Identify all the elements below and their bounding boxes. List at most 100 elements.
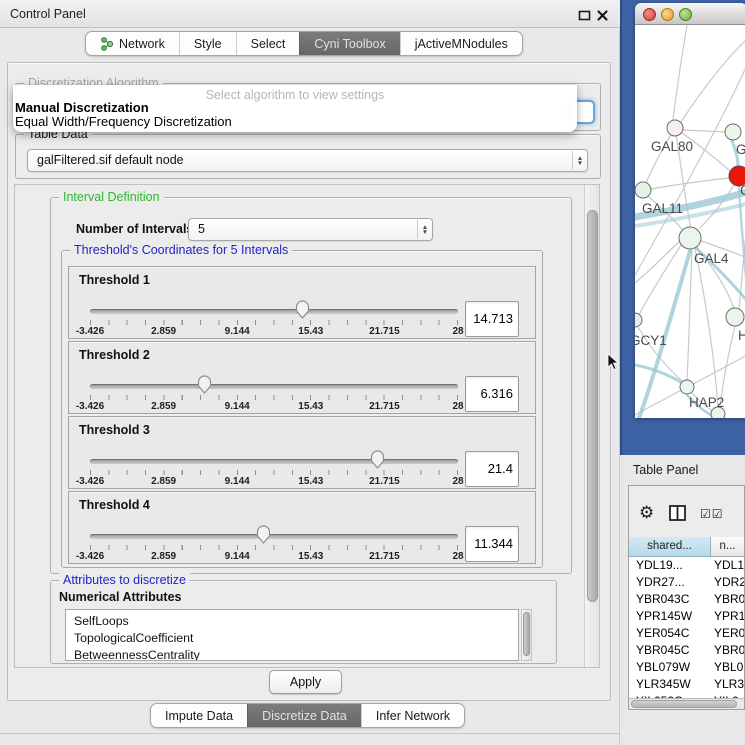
table-row[interactable]: YBL079WYBL0 bbox=[629, 659, 744, 676]
label-partial-top: G bbox=[736, 142, 745, 157]
slider-ticks bbox=[90, 545, 459, 550]
panel-title: Control Panel bbox=[10, 7, 86, 21]
list-item[interactable]: SelfLoops bbox=[66, 613, 518, 630]
tab-cyni-toolbox[interactable]: Cyni Toolbox bbox=[299, 32, 399, 55]
label-hap2: HAP2 bbox=[689, 395, 724, 410]
minimize-traffic-light-icon[interactable] bbox=[661, 8, 674, 21]
attributes-group: Attributes to discretize Numerical Attri… bbox=[50, 580, 557, 664]
slider-ticks bbox=[90, 470, 459, 475]
threshold-2-value-field[interactable]: 6.316 bbox=[465, 376, 519, 412]
table-header-row: shared... n... bbox=[629, 537, 744, 557]
num-intervals-combobox[interactable]: 5 ▲▼ bbox=[188, 218, 433, 241]
table-horizontal-scrollbar[interactable] bbox=[629, 698, 744, 709]
tab-impute-data[interactable]: Impute Data bbox=[151, 704, 247, 727]
tab-discretize-data[interactable]: Discretize Data bbox=[247, 704, 361, 727]
node-partial-right[interactable] bbox=[726, 308, 744, 326]
threshold-4-slider-handle[interactable] bbox=[255, 523, 272, 544]
scrollbar-thumb[interactable] bbox=[587, 210, 598, 602]
apply-button[interactable]: Apply bbox=[269, 670, 342, 694]
threshold-2-slider-handle[interactable] bbox=[196, 373, 213, 394]
threshold-4-panel: Threshold 4 -3.426 2.859 9.144 15.43 21.… bbox=[68, 491, 536, 564]
label-gal11: GAL11 bbox=[642, 201, 683, 216]
table-row[interactable]: YPR145WYPR1 bbox=[629, 608, 744, 625]
list-item[interactable]: TopologicalCoefficient bbox=[66, 630, 518, 647]
select-columns-icon[interactable]: ☑☑ bbox=[700, 507, 724, 521]
slider-scale: -3.426 2.859 9.144 15.43 21.715 28 bbox=[90, 476, 458, 488]
gear-icon[interactable]: ⚙ bbox=[639, 504, 654, 521]
network-window-titlebar[interactable] bbox=[635, 3, 745, 25]
network-view-frame: GAL80 G C GAL11 GAL4 GCY1 H HAP2 bbox=[620, 0, 745, 455]
column-header-name[interactable]: n... bbox=[711, 537, 744, 557]
column-header-shared-name[interactable]: shared... bbox=[629, 537, 711, 557]
threshold-3-slider-track[interactable] bbox=[90, 459, 458, 464]
threshold-3-value-field[interactable]: 21.4 bbox=[465, 451, 519, 487]
threshold-2-panel: Threshold 2 -3.426 2.859 9.144 15.43 21.… bbox=[68, 341, 536, 414]
table-data-combobox[interactable]: galFiltered.sif default node ▲▼ bbox=[27, 149, 588, 172]
network-window: GAL80 G C GAL11 GAL4 GCY1 H HAP2 bbox=[635, 3, 745, 418]
attributes-listbox[interactable]: SelfLoops TopologicalCoefficient Between… bbox=[65, 609, 519, 661]
tab-style[interactable]: Style bbox=[179, 32, 236, 55]
cyni-mode-tabs: Impute Data Discretize Data Infer Networ… bbox=[150, 703, 465, 728]
slider-scale: -3.426 2.859 9.144 15.43 21.715 28 bbox=[90, 326, 458, 338]
settings-scrollpane: Interval Definition Number of Intervals … bbox=[14, 184, 600, 668]
network-icon bbox=[100, 37, 114, 51]
numerical-attributes-label: Numerical Attributes bbox=[59, 590, 181, 604]
interval-definition-group-title: Interval Definition bbox=[59, 190, 164, 204]
table-row[interactable]: YBR043CYBR0 bbox=[629, 591, 744, 608]
threshold-1-panel: Threshold 1 -3.426 2.859 9.144 15.43 21.… bbox=[68, 266, 536, 339]
control-panel-titlebar: Control Panel bbox=[0, 0, 620, 28]
threshold-4-slider-track[interactable] bbox=[90, 534, 458, 539]
table-row[interactable]: YLR345WYLR3 bbox=[629, 676, 744, 693]
tab-select[interactable]: Select bbox=[236, 32, 300, 55]
panel-bottom-edge bbox=[0, 733, 620, 734]
table-row[interactable]: YER054CYER0 bbox=[629, 625, 744, 642]
combo-spinner-icon: ▲▼ bbox=[572, 151, 587, 170]
node-hap2[interactable] bbox=[680, 380, 694, 394]
list-item[interactable]: BetweennessCentrality bbox=[66, 647, 518, 661]
threshold-1-value-field[interactable]: 14.713 bbox=[465, 301, 519, 337]
popup-option-manual-discretization[interactable]: Manual Discretization bbox=[15, 101, 575, 115]
algorithm-dropdown-popup: Select algorithm to view settings Manual… bbox=[13, 85, 577, 132]
control-panel-tabs: Network Style Select Cyni Toolbox jActiv… bbox=[85, 31, 523, 56]
label-gal80: GAL80 bbox=[651, 139, 693, 154]
network-nodes[interactable] bbox=[635, 120, 745, 418]
node-gal4[interactable] bbox=[679, 227, 701, 249]
scrollbar-thumb[interactable] bbox=[631, 700, 737, 708]
threshold-1-slider-handle[interactable] bbox=[294, 298, 311, 319]
node-gcy1[interactable] bbox=[635, 313, 642, 327]
cyni-tab-content: Discretization Algorithm Table Data galF… bbox=[7, 62, 611, 701]
settings-scrollbar[interactable] bbox=[584, 185, 600, 667]
threshold-1-slider-track[interactable] bbox=[90, 309, 458, 314]
table-row[interactable]: YDL19...YDL1 bbox=[629, 557, 744, 574]
close-traffic-light-icon[interactable] bbox=[643, 8, 656, 21]
attributes-list-scrollbar[interactable] bbox=[521, 609, 532, 661]
node-gal11[interactable] bbox=[635, 182, 651, 198]
tab-network[interactable]: Network bbox=[86, 32, 179, 55]
float-window-icon[interactable] bbox=[578, 9, 591, 22]
slider-scale: -3.426 2.859 9.144 15.43 21.715 28 bbox=[90, 551, 458, 563]
close-icon[interactable] bbox=[596, 9, 609, 22]
threshold-3-slider-handle[interactable] bbox=[369, 448, 386, 469]
table-panel-title: Table Panel bbox=[633, 463, 698, 477]
threshold-3-panel: Threshold 3 -3.426 2.859 9.144 15.43 21.… bbox=[68, 416, 536, 489]
num-intervals-label: Number of Intervals bbox=[76, 222, 193, 236]
table-row[interactable]: YBR045CYBR0 bbox=[629, 642, 744, 659]
interval-definition-group: Interval Definition Number of Intervals … bbox=[50, 197, 572, 574]
tab-infer-network[interactable]: Infer Network bbox=[361, 704, 464, 727]
thresholds-group-title: Threshold's Coordinates for 5 Intervals bbox=[70, 243, 292, 257]
node-partial-top[interactable] bbox=[725, 124, 741, 140]
zoom-traffic-light-icon[interactable] bbox=[679, 8, 692, 21]
table-toolbar: ⚙ ☑☑ bbox=[629, 486, 744, 537]
threshold-2-slider-track[interactable] bbox=[90, 384, 458, 389]
node-gal80[interactable] bbox=[667, 120, 683, 136]
table-row[interactable]: YDR27...YDR2 bbox=[629, 574, 744, 591]
threshold-4-value-field[interactable]: 11.344 bbox=[465, 526, 519, 562]
table-data-group: Table Data galFiltered.sif default node … bbox=[15, 134, 601, 179]
tab-jactivemnodules[interactable]: jActiveMNodules bbox=[400, 32, 522, 55]
scrollbar-thumb[interactable] bbox=[523, 612, 530, 656]
network-edges bbox=[635, 25, 745, 415]
network-canvas[interactable]: GAL80 G C GAL11 GAL4 GCY1 H HAP2 bbox=[635, 25, 745, 418]
popup-option-equal-width-frequency[interactable]: Equal Width/Frequency Discretization bbox=[15, 115, 575, 129]
column-layout-icon[interactable] bbox=[669, 505, 687, 527]
table-panel-region: Table Panel ⚙ ☑☑ shared... n... YDL19...… bbox=[620, 455, 745, 745]
